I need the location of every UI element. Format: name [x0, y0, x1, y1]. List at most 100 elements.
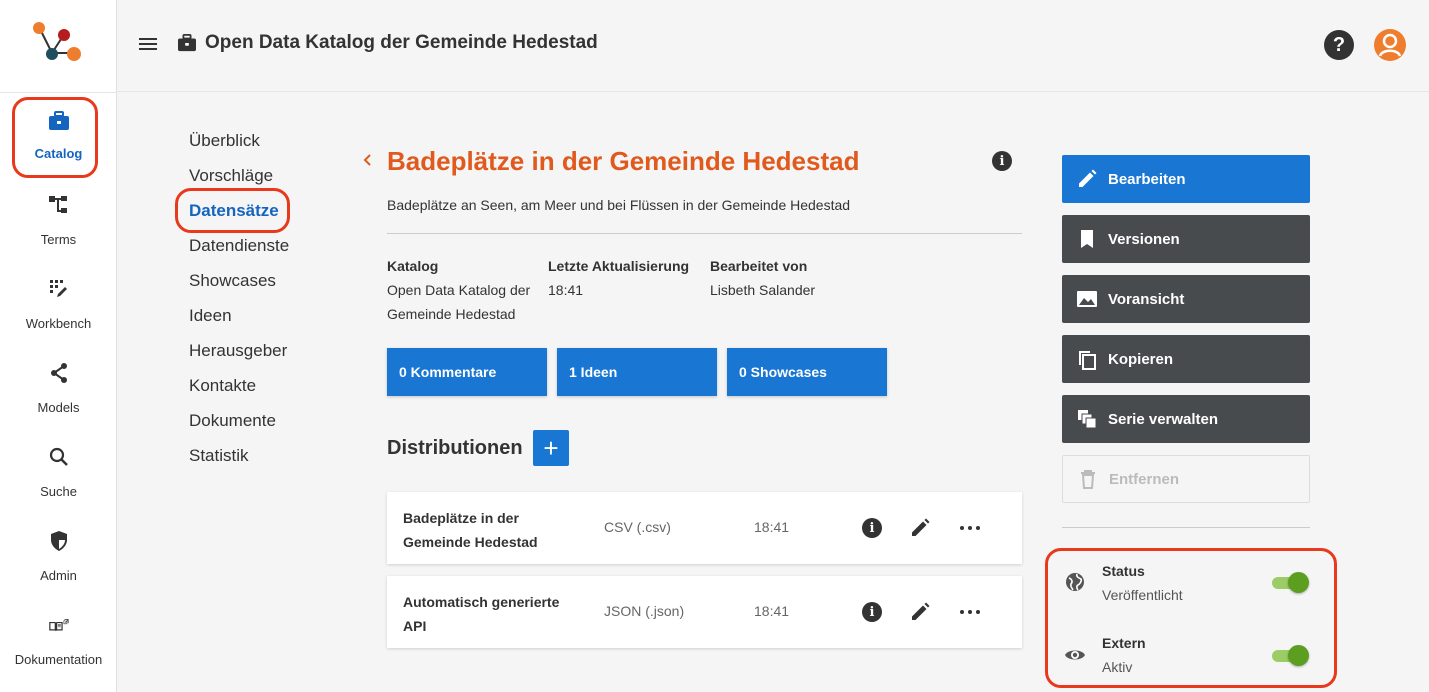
- manage-series-button[interactable]: Serie verwalten: [1062, 395, 1310, 443]
- subnav-item-dokumente[interactable]: Dokumente: [189, 410, 289, 445]
- preview-button-label: Voransicht: [1108, 290, 1185, 308]
- extern-value: Aktiv: [1102, 659, 1133, 675]
- rail-item-suche[interactable]: Suche: [0, 428, 117, 508]
- copy-button[interactable]: Kopieren: [1062, 335, 1310, 383]
- pencil-icon: [1079, 169, 1097, 187]
- meta-editor-label: Bearbeitet von: [710, 258, 808, 274]
- eye-icon: [1065, 650, 1085, 660]
- rail-label: Suche: [40, 484, 77, 499]
- subnav-item-ueberblick[interactable]: Überblick: [189, 130, 289, 165]
- meta-catalog-value: Open Data Katalog der: [387, 282, 531, 298]
- manage-series-button-label: Serie verwalten: [1108, 410, 1219, 428]
- meta-updated-value: 18:41: [548, 282, 584, 298]
- rail-label: Workbench: [25, 316, 92, 331]
- edit-pencil-icon[interactable]: [909, 517, 931, 539]
- versions-button[interactable]: Versionen: [1062, 215, 1310, 263]
- distribution-name: Automatisch generierte API: [403, 594, 560, 634]
- rail-item-terms[interactable]: Terms: [0, 176, 117, 256]
- subnav-item-showcases[interactable]: Showcases: [189, 270, 289, 305]
- back-chevron-icon[interactable]: [360, 150, 374, 170]
- meta-updated-label: Letzte Aktualisierung: [548, 258, 690, 274]
- highlight-status: [1045, 548, 1337, 688]
- meta-catalog-value: Gemeinde Hedestad: [387, 306, 516, 322]
- distribution-row[interactable]: Badeplätze in der Gemeinde Hedestad CSV …: [387, 492, 1022, 564]
- page-header-title: Open Data Katalog der Gemeinde Hedestad: [177, 32, 598, 54]
- divider: [1062, 527, 1310, 528]
- shield-icon: [48, 530, 70, 552]
- workbench-icon: [48, 278, 70, 300]
- subnav-item-herausgeber[interactable]: Herausgeber: [189, 340, 289, 375]
- more-options-icon[interactable]: [960, 518, 980, 538]
- subnav-item-datendienste[interactable]: Datendienste: [189, 235, 289, 270]
- header-title-text: Open Data Katalog der Gemeinde Hedestad: [205, 32, 598, 53]
- trash-icon: [1081, 470, 1095, 489]
- briefcase-icon: [48, 110, 70, 132]
- catalog-subnav: Überblick Vorschläge Datensätze Datendie…: [189, 130, 289, 480]
- subnav-item-datensaetze[interactable]: Datensätze: [189, 200, 289, 235]
- extern-label: Extern: [1102, 635, 1146, 651]
- more-options-icon[interactable]: [960, 602, 980, 622]
- status-toggle[interactable]: [1272, 571, 1310, 593]
- search-icon: [48, 446, 70, 468]
- rail-item-dokumentation[interactable]: Dokumentation: [0, 596, 117, 676]
- info-icon[interactable]: i: [862, 518, 882, 538]
- meta-editor-value: Lisbeth Salander: [710, 282, 816, 298]
- meta-catalog: Katalog Open Data Katalog der Gemeinde H…: [387, 254, 530, 326]
- distribution-format: CSV (.csv): [604, 519, 671, 535]
- comments-count-button[interactable]: 0 Kommentare: [387, 348, 547, 396]
- extern-toggle[interactable]: [1272, 644, 1310, 666]
- subnav-item-statistik[interactable]: Statistik: [189, 445, 289, 480]
- preview-button[interactable]: Voransicht: [1062, 275, 1310, 323]
- subnav-item-ideen[interactable]: Ideen: [189, 305, 289, 340]
- distribution-time: 18:41: [754, 603, 790, 619]
- user-avatar-icon[interactable]: [1374, 29, 1406, 61]
- info-icon[interactable]: i: [862, 602, 882, 622]
- showcases-count-button[interactable]: 0 Showcases: [727, 348, 887, 396]
- edit-button-label: Bearbeiten: [1108, 170, 1186, 188]
- rail-item-workbench[interactable]: Workbench: [0, 260, 117, 340]
- copy-button-label: Kopieren: [1108, 350, 1174, 368]
- add-distribution-button[interactable]: +: [533, 430, 569, 466]
- hierarchy-icon: [48, 194, 70, 216]
- dataset-title: Badeplätze in der Gemeinde Hedestad: [387, 146, 860, 176]
- series-icon: [1078, 410, 1097, 429]
- globe-icon: [1066, 573, 1084, 591]
- meta-catalog-label: Katalog: [387, 258, 439, 274]
- edit-button[interactable]: Bearbeiten: [1062, 155, 1310, 203]
- info-icon[interactable]: i: [992, 151, 1012, 171]
- share-nodes-icon: [48, 362, 70, 384]
- meta-editor: Bearbeitet von Lisbeth Salander: [710, 254, 815, 302]
- distribution-name: Badeplätze in der Gemeinde Hedestad: [403, 510, 538, 550]
- logo-icon: [33, 22, 81, 61]
- logo[interactable]: [30, 20, 86, 64]
- distributions-heading: Distributionen: [387, 437, 523, 459]
- bookmark-icon: [1081, 230, 1093, 248]
- subnav-item-vorschlaege[interactable]: Vorschläge: [189, 165, 289, 200]
- distribution-time: 18:41: [754, 519, 790, 535]
- book-external-icon: [48, 614, 70, 636]
- remove-button: Entfernen: [1062, 455, 1310, 503]
- copy-icon: [1079, 351, 1096, 370]
- hamburger-menu-button[interactable]: [139, 35, 159, 55]
- divider: [387, 233, 1022, 234]
- dataset-description: Badeplätze an Seen, am Meer und bei Flüs…: [387, 197, 851, 213]
- status-value: Veröffentlicht: [1102, 587, 1183, 603]
- briefcase-icon: [178, 34, 196, 52]
- ideas-count-button[interactable]: 1 Ideen: [557, 348, 717, 396]
- rail-label: Catalog: [34, 146, 83, 161]
- meta-updated: Letzte Aktualisierung 18:41: [548, 254, 689, 302]
- distribution-format: JSON (.json): [604, 603, 685, 619]
- versions-button-label: Versionen: [1108, 230, 1180, 248]
- rail-item-models[interactable]: Models: [0, 344, 117, 424]
- remove-button-label: Entfernen: [1109, 470, 1180, 488]
- rail-label: Admin: [40, 568, 77, 583]
- rail-item-admin[interactable]: Admin: [0, 512, 117, 592]
- subnav-item-kontakte[interactable]: Kontakte: [189, 375, 289, 410]
- image-icon: [1077, 291, 1097, 307]
- help-icon[interactable]: ?: [1324, 30, 1354, 60]
- edit-pencil-icon[interactable]: [909, 601, 931, 623]
- distribution-row[interactable]: Automatisch generierte API JSON (.json) …: [387, 576, 1022, 648]
- rail-item-catalog[interactable]: Catalog: [0, 92, 117, 172]
- status-label: Status: [1102, 563, 1145, 579]
- rail-label: Terms: [40, 232, 77, 247]
